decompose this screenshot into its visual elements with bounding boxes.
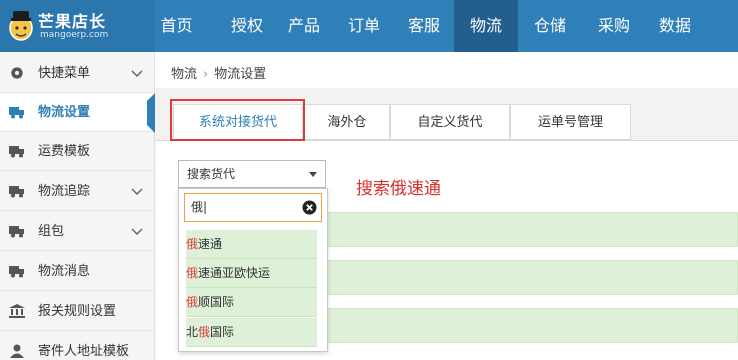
nav-item-data[interactable]: 数据	[646, 0, 704, 52]
nav-item-auth[interactable]: 授权	[215, 0, 279, 52]
nav-item-purchase[interactable]: 采购	[582, 0, 646, 52]
breadcrumb-root[interactable]: 物流	[171, 67, 197, 82]
breadcrumb-separator-icon: ›	[203, 67, 209, 82]
person-icon	[10, 344, 24, 358]
sidebar-item-logistics-settings[interactable]: 物流设置	[0, 93, 155, 132]
search-input-value: 俄	[191, 200, 204, 214]
forwarder-select[interactable]: 搜索货代	[178, 160, 326, 188]
bank-icon	[9, 304, 25, 318]
sidebar-item-label: 寄件人地址模板	[38, 344, 130, 359]
mango-logo-icon	[9, 11, 33, 41]
sidebar-item-logistics-messages[interactable]: 物流消息	[0, 252, 155, 291]
dropdown-option[interactable]: 俄顺国际	[186, 288, 317, 317]
nav-item-products[interactable]: 产品	[279, 0, 329, 52]
gear-icon	[11, 67, 23, 79]
nav-item-home[interactable]: 首页	[155, 0, 198, 52]
nav-item-logistics[interactable]: 物流	[454, 0, 518, 52]
sidebar-item-tracking[interactable]: 物流追踪	[0, 172, 155, 211]
sidebar-item-sender-address[interactable]: 寄件人地址模板	[0, 332, 155, 360]
chevron-down-icon	[131, 70, 143, 78]
main-nav: 首页 授权 产品 订单 客服 物流 仓储 采购 数据	[155, 0, 704, 52]
brand-logo[interactable]: 芒果店长 mangoerp.com	[0, 0, 155, 52]
truck-icon	[9, 266, 24, 278]
dropdown-option[interactable]: 俄速通	[186, 230, 317, 259]
sidebar-item-shortcuts[interactable]: 快捷菜单	[0, 54, 155, 93]
active-indicator	[147, 93, 155, 133]
chevron-down-icon	[131, 228, 143, 236]
tab-overseas-warehouse[interactable]: 海外仓	[304, 104, 390, 140]
sidebar-item-label: 运费模板	[38, 144, 91, 159]
brand-title: 芒果店长	[38, 12, 107, 31]
sidebar-item-freight-template[interactable]: 运费模板	[0, 132, 155, 171]
highlight-box	[170, 99, 305, 141]
breadcrumb-current: 物流设置	[214, 67, 267, 82]
top-navigation-bar: 芒果店长 mangoerp.com 首页 授权 产品 订单 客服 物流 仓储 采…	[0, 0, 738, 52]
breadcrumb: 物流 › 物流设置	[171, 63, 266, 82]
sidebar-item-label: 物流设置	[38, 105, 91, 120]
clear-search-icon[interactable]	[302, 200, 317, 215]
nav-item-service[interactable]: 客服	[394, 0, 454, 52]
nav-item-orders[interactable]: 订单	[340, 0, 388, 52]
truck-icon	[9, 226, 24, 238]
forwarder-select-value: 搜索货代	[187, 167, 236, 181]
nav-item-warehouse[interactable]: 仓储	[518, 0, 582, 52]
sidebar-item-label: 组包	[38, 224, 65, 239]
tab-custom-forwarders[interactable]: 自定义货代	[390, 104, 510, 140]
chevron-down-icon	[131, 188, 143, 196]
truck-icon	[9, 186, 24, 198]
brand-subtitle: mangoerp.com	[40, 30, 109, 40]
sidebar-item-label: 物流追踪	[38, 184, 91, 199]
caret-down-icon	[309, 172, 317, 177]
dropdown-option[interactable]: 俄速通亚欧快运	[186, 259, 317, 288]
sidebar-item-label: 快捷菜单	[38, 66, 91, 81]
sidebar-item-packing[interactable]: 组包	[0, 212, 155, 251]
sidebar-item-label: 物流消息	[38, 264, 91, 279]
dropdown-option[interactable]: 北俄国际	[186, 318, 317, 347]
tab-tracking-number-management[interactable]: 运单号管理	[510, 104, 631, 140]
annotation-text: 搜索俄速通	[356, 179, 441, 199]
sidebar-item-customs-rules[interactable]: 报关规则设置	[0, 292, 155, 331]
truck-icon	[9, 146, 24, 158]
sidebar-item-label: 报关规则设置	[38, 304, 117, 319]
truck-icon	[9, 107, 24, 119]
